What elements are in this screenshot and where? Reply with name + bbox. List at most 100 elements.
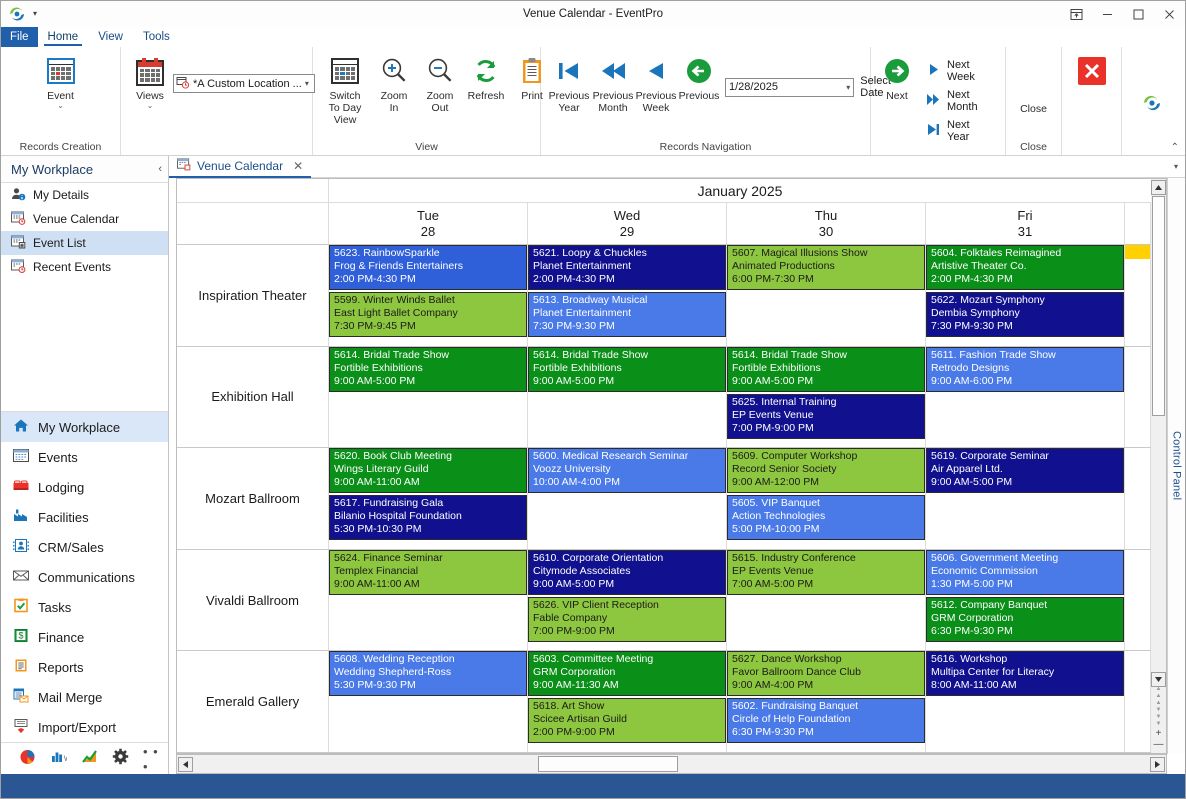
- day-header[interactable]: Tue 28: [329, 203, 528, 244]
- horizontal-scroll-track[interactable]: [194, 755, 1149, 773]
- views-button[interactable]: Views ⌄: [127, 52, 173, 110]
- sidebar-item-event-list[interactable]: Event List: [1, 231, 168, 255]
- quick-access-toolbar[interactable]: ▾: [1, 6, 40, 22]
- calendar-cell[interactable]: 5614. Bridal Trade Show Fortible Exhibiti…: [528, 346, 727, 448]
- pie-chart-icon[interactable]: [19, 748, 36, 770]
- calendar-vertical-scrollbar[interactable]: ▲ ▲ ▲ ▼ ▼ ▼ + —: [1151, 178, 1167, 754]
- zoom-out-button[interactable]: Zoom Out: [417, 52, 463, 114]
- calendar-cell[interactable]: 5623. RainbowSparkle Frog & Friends Enter…: [329, 245, 528, 346]
- nav-tasks[interactable]: Tasks: [1, 592, 168, 622]
- zoom-out-slider-button[interactable]: —: [1154, 740, 1164, 750]
- appointment-block[interactable]: 5608. Wedding Reception Wedding Shepherd-…: [329, 651, 527, 697]
- vertical-scroll-thumb[interactable]: [1152, 196, 1165, 416]
- gear-icon[interactable]: [112, 748, 129, 770]
- calendar-cell[interactable]: 5608. Wedding Reception Wedding Shepherd-…: [329, 651, 528, 752]
- menu-home[interactable]: Home: [38, 27, 89, 47]
- nav-my-workplace[interactable]: My Workplace: [1, 412, 168, 442]
- calendar-cell-partial[interactable]: [1125, 245, 1151, 346]
- calendar-cell[interactable]: 5607. Magical Illusions Show Animated Pro…: [727, 245, 926, 346]
- menu-file[interactable]: File: [1, 27, 38, 47]
- appointment-block[interactable]: 5614. Bridal Trade Show Fortible Exhibiti…: [528, 346, 726, 392]
- views-dropdown-icon[interactable]: ⌄: [147, 102, 154, 110]
- horizontal-scroll-thumb[interactable]: [537, 756, 678, 772]
- appointment-block[interactable]: 5620. Book Club Meeting Wings Literary Gu…: [329, 448, 527, 494]
- ribbon-display-options-button[interactable]: [1061, 1, 1092, 27]
- sidebar-collapse-icon[interactable]: ‹: [158, 163, 162, 175]
- sidebar-item-recent-events[interactable]: Recent Events: [1, 255, 168, 279]
- appointment-block[interactable]: 5614. Bridal Trade Show Fortible Exhibiti…: [727, 346, 925, 392]
- calendar-cell[interactable]: 5621. Loopy & Chuckles Planet Entertainme…: [528, 245, 727, 346]
- calendar-cell[interactable]: 5611. Fashion Trade Show Retrodo Designs 9…: [926, 346, 1125, 448]
- appointment-block[interactable]: 5600. Medical Research Seminar Voozz Univ…: [528, 448, 726, 494]
- appointment-block[interactable]: 5619. Corporate Seminar Air Apparel Ltd. 9…: [926, 448, 1124, 494]
- appointment-block[interactable]: 5605. VIP Banquet Action Technologies 5:00…: [727, 495, 925, 541]
- day-header[interactable]: Wed 29: [528, 203, 727, 244]
- appointment-block[interactable]: 5627. Dance Workshop Favor Ballroom Dance…: [727, 651, 925, 697]
- zoom-slider[interactable]: ▲ ▲ ▲ ▼ ▼ ▼ + —: [1154, 686, 1164, 753]
- calendar-cell-partial[interactable]: [1125, 651, 1151, 752]
- day-header[interactable]: Fri 31: [926, 203, 1125, 244]
- chevron-down-icon[interactable]: ▾: [846, 83, 850, 92]
- appointment-block[interactable]: 5624. Finance Seminar Templex Financial 9:…: [329, 549, 527, 595]
- nav-reports[interactable]: Reports: [1, 652, 168, 682]
- scroll-right-button[interactable]: [1150, 756, 1165, 772]
- appointment-block[interactable]: 5625. Internal Training EP Events Venue 7:…: [727, 393, 925, 439]
- calendar-cell-partial[interactable]: [1125, 346, 1151, 448]
- day-header-partial[interactable]: [1125, 203, 1151, 244]
- event-dropdown-icon[interactable]: ⌄: [57, 102, 64, 110]
- scroll-left-button[interactable]: [178, 756, 193, 772]
- date-input[interactable]: 1/28/2025 ▾: [725, 77, 855, 97]
- appointment-block[interactable]: 5611. Fashion Trade Show Retrodo Designs 9…: [926, 346, 1124, 392]
- appointment-block[interactable]: 5626. VIP Client Reception Fable Company 7…: [528, 596, 726, 642]
- next-month-item[interactable]: Next Month: [925, 88, 995, 114]
- appointment-block[interactable]: 5607. Magical Illusions Show Animated Pro…: [727, 245, 925, 290]
- calendar-cell[interactable]: 5615. Industry Conference EP Events Venue…: [727, 549, 926, 651]
- appointment-block[interactable]: 5618. Art Show Scicee Artisan Guild 2:00 P…: [528, 698, 726, 744]
- zoom-in-slider-button[interactable]: +: [1156, 729, 1162, 739]
- line-chart-icon[interactable]: [81, 748, 98, 770]
- calendar-cell[interactable]: 5616. Workshop Multipa Center for Literac…: [926, 651, 1125, 752]
- scroll-down-button[interactable]: [1151, 672, 1166, 687]
- appointment-block[interactable]: 5622. Mozart Symphony Dembia Symphony 7:30…: [926, 292, 1124, 337]
- sidebar-item-my-details[interactable]: My Details: [1, 183, 168, 207]
- previous-month-button[interactable]: Previous Month: [591, 52, 635, 114]
- nav-communications[interactable]: Communications: [1, 562, 168, 592]
- calendar-cell[interactable]: 5619. Corporate Seminar Air Apparel Ltd. 9…: [926, 448, 1125, 549]
- maximize-button[interactable]: [1123, 1, 1154, 27]
- chevron-down-icon[interactable]: ▾: [305, 79, 312, 88]
- calendar-cell[interactable]: 5603. Committee Meeting GRM Corporation 9:…: [528, 651, 727, 752]
- appointment-block[interactable]: 5621. Loopy & Chuckles Planet Entertainme…: [528, 245, 726, 290]
- appointment-block[interactable]: 5623. RainbowSparkle Frog & Friends Enter…: [329, 245, 527, 290]
- calendar-horizontal-scrollbar[interactable]: [176, 754, 1167, 774]
- previous-week-button[interactable]: Previous Week: [635, 52, 677, 114]
- bar-chart-icon[interactable]: \u03a3: [50, 748, 86, 770]
- day-header[interactable]: Thu 30: [727, 203, 926, 244]
- qat-caret-icon[interactable]: ▾: [30, 10, 40, 18]
- appointment-block[interactable]: 5603. Committee Meeting GRM Corporation 9:…: [528, 651, 726, 697]
- calendar-cell[interactable]: 5627. Dance Workshop Favor Ballroom Dance…: [727, 651, 926, 752]
- nav-finance[interactable]: $ Finance: [1, 622, 168, 652]
- filters-button[interactable]: Close: [1011, 99, 1057, 115]
- ribbon-collapse-icon[interactable]: ⌃: [1171, 142, 1179, 153]
- next-week-item[interactable]: Next Week: [925, 58, 995, 84]
- close-icon[interactable]: ✕: [289, 159, 303, 173]
- calendar-cell[interactable]: 5614. Bridal Trade Show Fortible Exhibiti…: [727, 346, 926, 448]
- appointment-block[interactable]: 5617. Fundraising Gala Bilanio Hospital F…: [329, 495, 527, 541]
- nav-lodging[interactable]: Lodging: [1, 472, 168, 502]
- appointment-block[interactable]: 5612. Company Banquet GRM Corporation 6:30…: [926, 596, 1124, 642]
- minimize-button[interactable]: [1092, 1, 1123, 27]
- appointment-block[interactable]: 5602. Fundraising Banquet Circle of Help …: [727, 698, 925, 744]
- zoom-in-button[interactable]: Zoom In: [371, 52, 417, 114]
- calendar-cell[interactable]: 5606. Government Meeting Economic Commiss…: [926, 549, 1125, 651]
- appointment-block[interactable]: 5616. Workshop Multipa Center for Literac…: [926, 651, 1124, 697]
- appointment-block[interactable]: 5615. Industry Conference EP Events Venue…: [727, 549, 925, 595]
- nav-import-export[interactable]: Import/Export: [1, 712, 168, 742]
- calendar-cell[interactable]: 5604. Folktales Reimagined Artistive Thea…: [926, 245, 1125, 346]
- menu-view[interactable]: View: [88, 27, 133, 47]
- calendar-cell-partial[interactable]: [1125, 448, 1151, 549]
- close-tab-button[interactable]: [1069, 52, 1115, 90]
- appointment-block[interactable]: 5604. Folktales Reimagined Artistive Thea…: [926, 245, 1124, 290]
- previous-button[interactable]: Previous: [677, 52, 721, 102]
- scroll-up-button[interactable]: [1151, 180, 1166, 195]
- nav-events[interactable]: Events: [1, 442, 168, 472]
